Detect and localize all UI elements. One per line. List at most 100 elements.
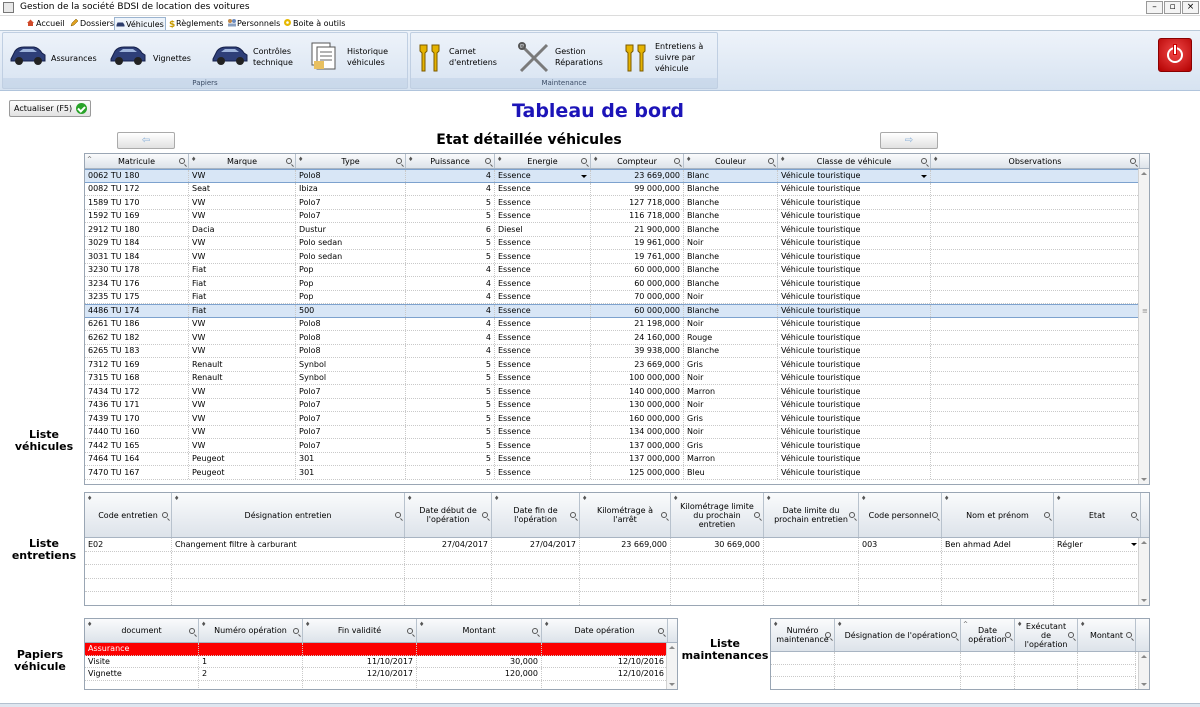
column-header[interactable]: ♦ Date limite du prochain entretien — [764, 493, 859, 537]
historique-vehicules-button[interactable]: Historique véhicules — [309, 41, 405, 75]
column-header[interactable]: ♦ Code personnel — [859, 493, 942, 537]
table-row[interactable] — [85, 592, 1141, 605]
table-row[interactable]: 6265 TU 183 VW Polo8 4 Essence 39 938,000 Blan… — [85, 344, 1140, 358]
filter-icon[interactable] — [661, 512, 667, 518]
scroll-up-icon[interactable] — [1141, 655, 1147, 658]
column-header[interactable]: ♦ Type — [296, 154, 406, 168]
table-row[interactable]: 1592 TU 169 VW Polo7 5 Essence 116 718,000 Bla… — [85, 209, 1140, 223]
column-header[interactable]: ♦ Code entretien — [85, 493, 172, 537]
power-button[interactable] — [1158, 38, 1192, 72]
scroll-up-icon[interactable] — [669, 646, 675, 649]
maximize-button[interactable]: ▫ — [1164, 1, 1181, 14]
table-row[interactable] — [85, 680, 668, 689]
filter-icon[interactable] — [581, 158, 587, 164]
scroll-down-icon[interactable] — [1141, 478, 1147, 481]
table-row[interactable]: E02 Changement filtre à carburant 27/04/20… — [85, 538, 1141, 552]
column-header[interactable]: ♦ Nom et prénom — [942, 493, 1054, 537]
scroll-down-icon[interactable] — [669, 683, 675, 686]
table-row[interactable] — [85, 565, 1141, 579]
filter-icon[interactable] — [179, 158, 185, 164]
table-row[interactable]: 3029 TU 184 VW Polo sedan 5 Essence 19 961,00… — [85, 236, 1140, 250]
filter-icon[interactable] — [768, 158, 774, 164]
filter-icon[interactable] — [293, 627, 299, 634]
chevron-down-icon[interactable] — [921, 174, 927, 178]
column-header[interactable]: ♦ Puissance — [406, 154, 495, 168]
scroll-down-icon[interactable] — [1141, 683, 1147, 686]
column-header[interactable]: ♦ Kilométrage limite du prochain entretie… — [671, 493, 764, 537]
table-row[interactable]: 3235 TU 175 Fiat Pop 4 Essence 70 000,000 Noir… — [85, 290, 1140, 304]
column-header[interactable]: ♦ Kilométrage à l'arrêt — [580, 493, 671, 537]
table-row[interactable]: 7436 TU 171 VW Polo7 5 Essence 130 000,000 Noi… — [85, 398, 1140, 412]
column-header[interactable]: ♦ Date fin de l'opération — [492, 493, 580, 537]
filter-icon[interactable] — [407, 627, 413, 634]
next-button[interactable]: ⇨ — [880, 132, 938, 149]
column-header[interactable]: ♦ Compteur — [591, 154, 684, 168]
filter-icon[interactable] — [1130, 158, 1136, 164]
table-row[interactable]: 4486 TU 174 Fiat 500 4 Essence 60 000,000 Blan… — [85, 304, 1140, 318]
filter-icon[interactable] — [674, 158, 680, 164]
filter-icon[interactable] — [485, 158, 491, 164]
column-header[interactable]: ♦ Observations — [931, 154, 1140, 168]
column-header[interactable]: ^ Matricule — [85, 154, 189, 168]
table-row[interactable]: 1589 TU 170 VW Polo7 5 Essence 127 718,000 Bla… — [85, 196, 1140, 210]
filter-icon[interactable] — [1131, 512, 1137, 518]
column-header[interactable]: ♦ Montant — [417, 619, 542, 642]
column-header[interactable]: ♦ Désignation de l'opération — [835, 619, 961, 651]
table-row[interactable]: Vignette 2 12/10/2017 120,000 12/10/2016 — [85, 668, 668, 681]
table-row[interactable]: 0082 TU 172 Seat Ibiza 4 Essence 99 000,000 Bl… — [85, 182, 1140, 196]
column-header[interactable]: ♦ Numéro maintenance — [771, 619, 835, 651]
column-header[interactable]: ♦ Numéro opération — [199, 619, 303, 642]
column-header[interactable]: ♦ Couleur — [684, 154, 778, 168]
filter-icon[interactable] — [658, 627, 664, 634]
column-header[interactable]: ^ Date opération — [961, 619, 1015, 651]
column-header[interactable]: ♦ Date opération — [542, 619, 668, 642]
scroll-up-icon[interactable] — [1141, 172, 1147, 175]
filter-icon[interactable] — [1068, 632, 1074, 638]
vertical-scrollbar[interactable] — [1138, 538, 1149, 605]
table-row[interactable]: 3031 TU 184 VW Polo sedan 5 Essence 19 761,00… — [85, 250, 1140, 264]
close-button[interactable]: × — [1182, 1, 1199, 14]
filter-icon[interactable] — [1005, 632, 1011, 638]
table-row[interactable] — [85, 578, 1141, 593]
table-row[interactable]: 7470 TU 167 Peugeot 301 5 Essence 125 000,000… — [85, 466, 1140, 480]
column-header[interactable]: ♦ document — [85, 619, 199, 642]
entretiens-a-suivre-button[interactable]: Entretiens à suivre par véhicule — [623, 41, 715, 75]
filter-icon[interactable] — [932, 512, 938, 518]
filter-icon[interactable] — [825, 632, 831, 638]
filter-icon[interactable] — [532, 627, 538, 634]
filter-icon[interactable] — [286, 158, 292, 164]
table-row[interactable] — [771, 664, 1136, 678]
filter-icon[interactable] — [570, 512, 576, 518]
assurances-button[interactable]: Assurances — [9, 41, 101, 75]
filter-icon[interactable] — [951, 632, 957, 638]
table-row[interactable]: 3234 TU 176 Fiat Pop 4 Essence 60 000,000 Blan… — [85, 277, 1140, 291]
filter-icon[interactable] — [849, 512, 855, 518]
menu-boite-outils[interactable]: Boite à outils — [282, 17, 346, 30]
table-row[interactable]: 2912 TU 180 Dacia Dustur 6 Diesel 21 900,000 B… — [85, 223, 1140, 237]
table-row[interactable]: 6262 TU 182 VW Polo8 4 Essence 24 160,000 Roug… — [85, 331, 1140, 345]
filter-icon[interactable] — [754, 512, 760, 518]
carnet-entretiens-button[interactable]: Carnet d'entretiens — [417, 41, 507, 75]
scroll-grip-icon[interactable]: ≡ — [1142, 307, 1148, 315]
menu-dossiers[interactable]: Dossiers — [69, 17, 115, 30]
minimize-button[interactable]: – — [1146, 1, 1163, 14]
column-header[interactable]: ♦ Etat — [1054, 493, 1141, 537]
filter-icon[interactable] — [396, 158, 402, 164]
column-header[interactable]: ♦ Date début de l'opération — [405, 493, 492, 537]
menu-personnels[interactable]: Personnels — [226, 17, 281, 30]
filter-icon[interactable] — [482, 512, 488, 518]
menu-reglements[interactable]: $Règlements — [168, 17, 224, 30]
table-row[interactable]: 7434 TU 172 VW Polo7 5 Essence 140 000,000 Mar… — [85, 385, 1140, 399]
chevron-down-icon[interactable] — [1131, 543, 1137, 547]
column-header[interactable]: ♦ Montant — [1078, 619, 1136, 651]
table-row[interactable]: 7440 TU 160 VW Polo7 5 Essence 134 000,000 Noi… — [85, 425, 1140, 439]
column-header[interactable]: ♦ Désignation entretien — [172, 493, 405, 537]
scroll-down-icon[interactable] — [1141, 599, 1147, 602]
menu-vehicules[interactable]: Véhicules — [114, 17, 166, 30]
table-row[interactable] — [771, 677, 1136, 689]
table-row[interactable] — [85, 551, 1141, 566]
table-row[interactable]: 7315 TU 168 Renault Synbol 5 Essence 100 000,… — [85, 371, 1140, 385]
table-row[interactable]: 6261 TU 186 VW Polo8 4 Essence 21 198,000 Noir… — [85, 317, 1140, 331]
filter-icon[interactable] — [921, 158, 927, 164]
column-header[interactable]: ♦ Energie — [495, 154, 591, 168]
